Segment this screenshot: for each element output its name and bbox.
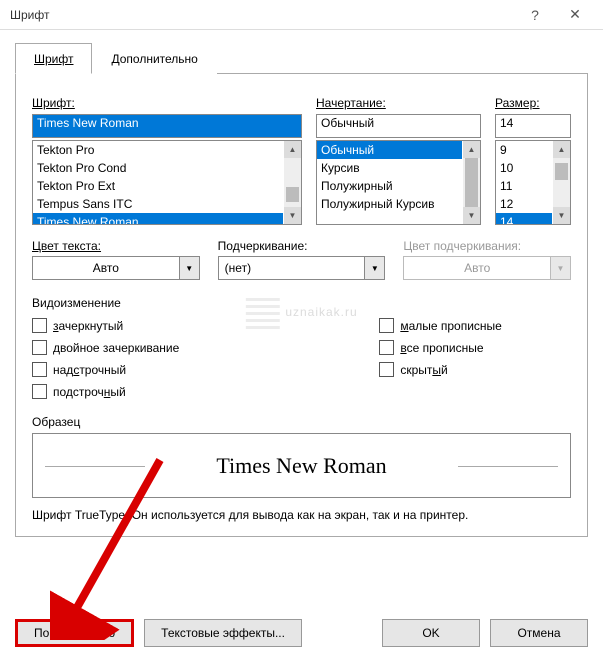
hidden-checkbox[interactable]: скрытый [379,362,502,377]
subscript-checkbox[interactable]: подстрочный [32,384,179,399]
sample-preview: Times New Roman [32,433,571,498]
size-option[interactable]: 14 [496,213,552,225]
font-description: Шрифт TrueType. Он используется для выво… [32,508,571,522]
ok-button[interactable]: OK [382,619,480,647]
underline-label: Подчеркивание: [218,239,386,253]
style-label: Начертание: [316,96,481,110]
font-option[interactable]: Tekton Pro [33,141,283,159]
chevron-down-icon[interactable]: ▼ [365,256,385,280]
size-option[interactable]: 10 [496,159,552,177]
sample-label: Образец [32,415,571,429]
strikethrough-checkbox[interactable]: ззачеркнутыйачеркнутый [32,318,179,333]
font-color-label: Цвет текста: [32,239,200,253]
scroll-up-icon[interactable]: ▲ [463,141,480,158]
window-title: Шрифт [10,8,515,22]
dialog-footer: По умолчанию Текстовые эффекты... OK Отм… [15,619,588,647]
scroll-down-icon[interactable]: ▼ [553,207,570,224]
font-option[interactable]: Tekton Pro Ext [33,177,283,195]
font-listbox[interactable]: Tekton Pro Tekton Pro Cond Tekton Pro Ex… [32,140,302,225]
size-option[interactable]: 9 [496,141,552,159]
size-label: Размер: [495,96,571,110]
style-option[interactable]: Курсив [317,159,462,177]
tab-strip: Шрифт Дополнительно [15,42,588,74]
style-option[interactable]: Полужирный Курсив [317,195,462,213]
cancel-button[interactable]: Отмена [490,619,588,647]
all-caps-checkbox[interactable]: все прописные [379,340,502,355]
underline-color-label: Цвет подчеркивания: [403,239,571,253]
help-button[interactable]: ? [515,1,555,29]
small-caps-checkbox[interactable]: малые прописные [379,318,502,333]
chevron-down-icon[interactable]: ▼ [180,256,200,280]
chevron-down-icon: ▼ [551,256,571,280]
style-option[interactable]: Обычный [317,141,462,159]
tab-font[interactable]: Шрифт [15,43,92,74]
size-listbox[interactable]: 9 10 11 12 14 ▲ ▼ [495,140,571,225]
double-strike-checkbox[interactable]: двойное зачеркивание [32,340,179,355]
style-input[interactable]: Обычный [316,114,481,138]
style-listbox[interactable]: Обычный Курсив Полужирный Полужирный Кур… [316,140,481,225]
effects-label: Видоизменение [32,296,571,310]
tab-advanced[interactable]: Дополнительно [92,43,216,74]
text-effects-button[interactable]: Текстовые эффекты... [144,619,302,647]
title-bar: Шрифт ? ✕ [0,0,603,30]
scrollbar[interactable]: ▲ ▼ [553,141,570,224]
scroll-up-icon[interactable]: ▲ [553,141,570,158]
size-option[interactable]: 12 [496,195,552,213]
underline-combo[interactable]: (нет) ▼ [218,256,386,280]
font-input[interactable]: Times New Roman [32,114,302,138]
scroll-down-icon[interactable]: ▼ [463,207,480,224]
style-option[interactable]: Полужирный [317,177,462,195]
close-button[interactable]: ✕ [555,1,595,29]
font-color-combo[interactable]: Авто ▼ [32,256,200,280]
font-option[interactable]: Tempus Sans ITC [33,195,283,213]
scrollbar[interactable]: ▲ ▼ [284,141,301,224]
sample-text: Times New Roman [208,453,394,479]
size-option[interactable]: 11 [496,177,552,195]
font-option[interactable]: Tekton Pro Cond [33,159,283,177]
font-label: Шрифт: [32,96,302,110]
font-option[interactable]: Times New Roman [33,213,283,225]
scrollbar[interactable]: ▲ ▼ [463,141,480,224]
tab-panel: uznaikak.ru Шрифт: Times New Roman Tekto… [15,74,588,537]
superscript-checkbox[interactable]: надстрочный [32,362,179,377]
set-default-button[interactable]: По умолчанию [15,619,134,647]
underline-color-combo: Авто ▼ [403,256,571,280]
size-input[interactable]: 14 [495,114,571,138]
scroll-down-icon[interactable]: ▼ [284,207,301,224]
scroll-up-icon[interactable]: ▲ [284,141,301,158]
